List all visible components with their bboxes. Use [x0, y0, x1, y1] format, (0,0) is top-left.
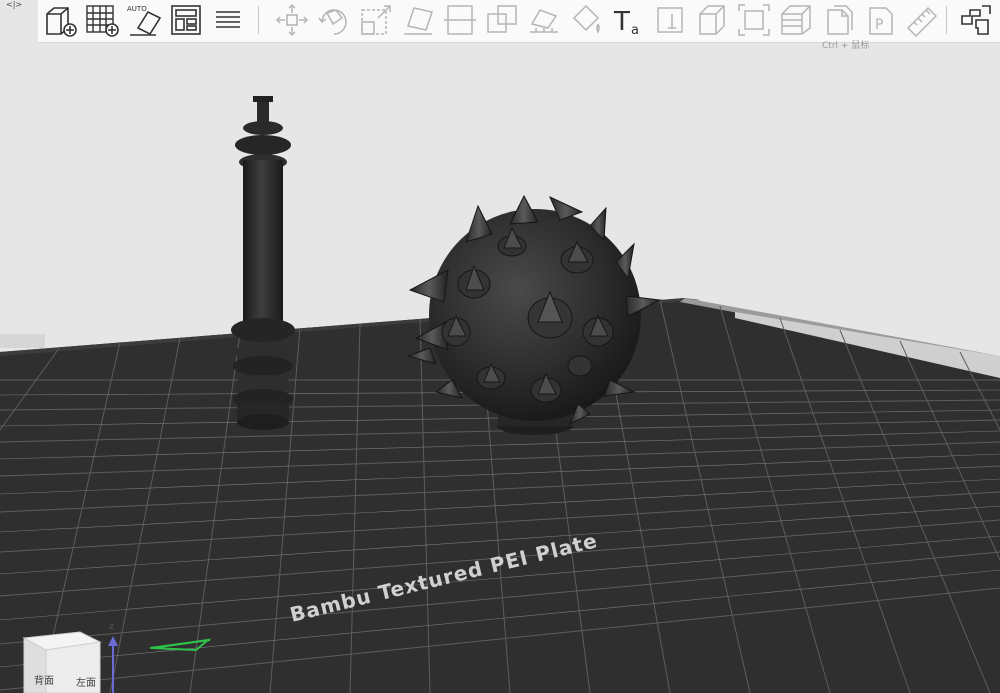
puzzle-icon — [961, 5, 991, 35]
layers-icon — [781, 5, 811, 35]
color-paint-button[interactable] — [568, 2, 604, 38]
svg-text:a: a — [631, 23, 639, 38]
plate-p-button[interactable]: P — [862, 2, 898, 38]
boolean-button[interactable] — [484, 2, 520, 38]
arrange-icon — [171, 5, 201, 35]
add-plate-button[interactable] — [84, 2, 120, 38]
layers-button[interactable] — [778, 2, 814, 38]
emboss-icon — [657, 7, 683, 33]
auto-orient-icon: AUTO — [127, 5, 162, 36]
text-icon: T a — [613, 7, 639, 38]
fit-view-button[interactable] — [736, 2, 772, 38]
move-arrows-icon — [275, 3, 309, 37]
svg-text:T: T — [613, 7, 630, 37]
svg-text:AUTO: AUTO — [127, 5, 147, 13]
sidebar-collapse-toggle[interactable]: <|> — [6, 0, 22, 10]
emboss-button[interactable] — [652, 2, 688, 38]
cube-plus-icon — [46, 7, 77, 37]
move-button[interactable] — [274, 2, 310, 38]
toolbar-separator — [946, 6, 947, 34]
rotate-button[interactable] — [316, 2, 352, 38]
nav-cube-back-face[interactable]: 背面 — [34, 672, 54, 687]
split-parts-button[interactable] — [958, 2, 994, 38]
grid-plus-icon — [86, 5, 119, 37]
add-object-button[interactable] — [42, 2, 78, 38]
axis-z-label: z — [109, 622, 114, 632]
variable-layer-icon — [827, 5, 853, 35]
fit-view-icon — [738, 4, 770, 36]
box-icon — [699, 5, 725, 35]
boolean-icon — [487, 5, 517, 33]
toolbar-hint-text: Ctrl + 鼠标 — [822, 41, 870, 51]
nav-cube-left-face[interactable]: 左面 — [76, 674, 96, 689]
text-button[interactable]: T a — [610, 2, 646, 38]
paint-bucket-icon — [572, 4, 600, 34]
lay-on-face-button[interactable] — [400, 2, 436, 38]
variable-layer-button[interactable] — [820, 2, 856, 38]
list-lines-icon — [216, 11, 240, 28]
rotate-icon — [318, 9, 347, 35]
plate-corner-mark — [0, 334, 45, 348]
support-paint-button[interactable] — [526, 2, 562, 38]
measure-button[interactable] — [904, 2, 940, 38]
plate-p-icon: P — [869, 7, 893, 35]
3d-viewport[interactable]: Bambu Textured PEI Plate — [0, 0, 1000, 693]
lay-face-icon — [404, 7, 433, 35]
arrange-button[interactable] — [168, 2, 204, 38]
ruler-icon — [906, 6, 938, 38]
scale-icon — [361, 5, 391, 35]
main-toolbar: AUTO T a P — [38, 0, 1000, 43]
support-paint-icon — [530, 9, 558, 33]
cut-icon — [444, 5, 476, 35]
plate-settings-button[interactable] — [210, 2, 246, 38]
rod-model[interactable] — [231, 96, 295, 430]
auto-orient-button[interactable]: AUTO — [126, 2, 162, 38]
cut-button[interactable] — [442, 2, 478, 38]
scale-button[interactable] — [358, 2, 394, 38]
toolbar-separator — [258, 6, 259, 34]
assembly-button[interactable] — [694, 2, 730, 38]
svg-text:P: P — [875, 17, 883, 33]
